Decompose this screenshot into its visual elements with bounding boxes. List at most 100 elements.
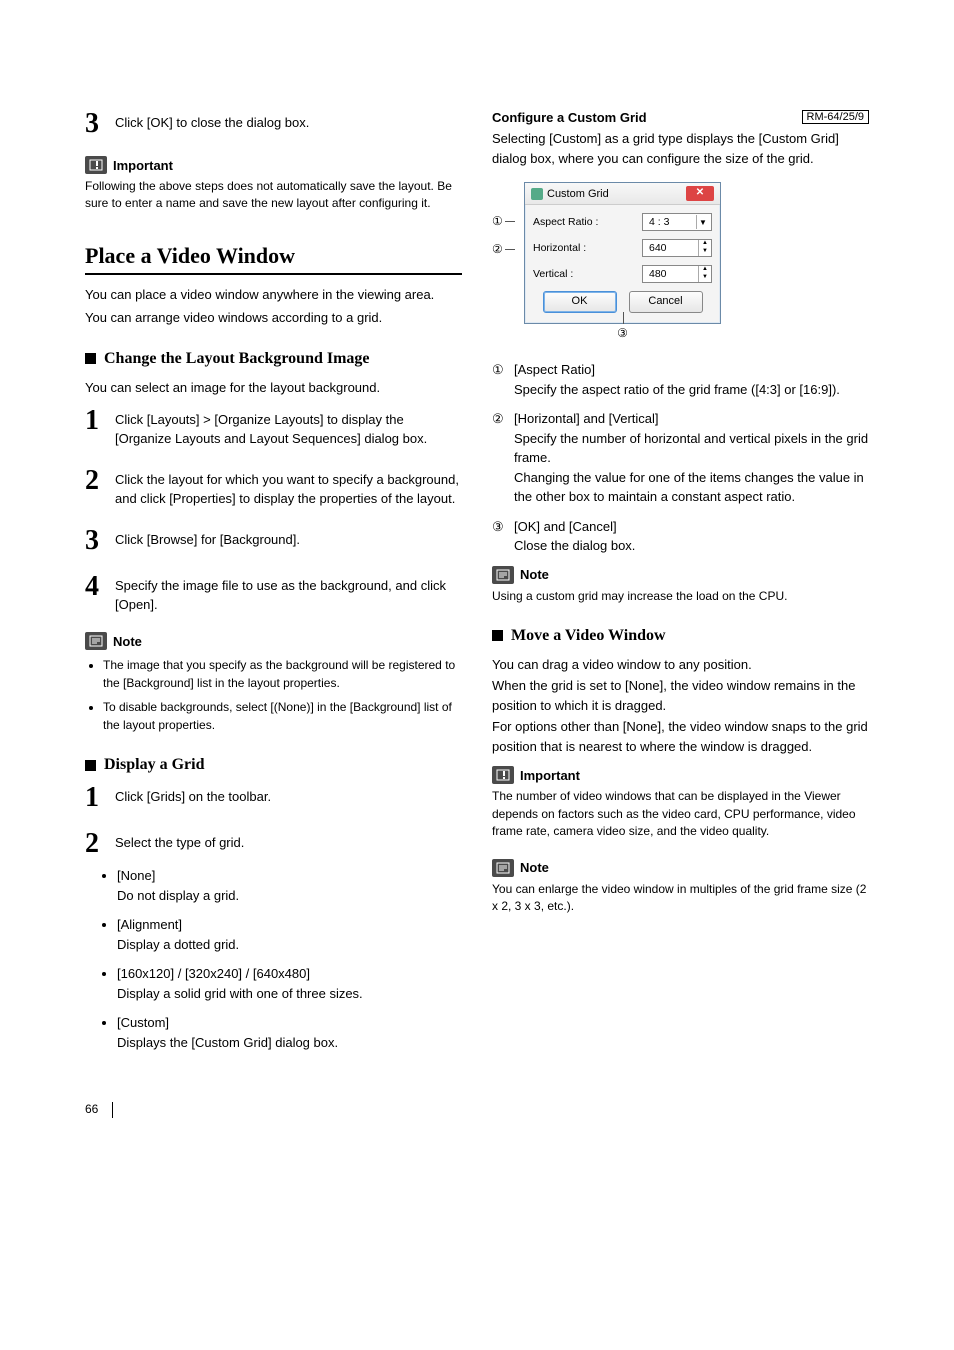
step-text: Click [Grids] on the toolbar. xyxy=(115,784,271,807)
note-title: Note xyxy=(520,860,549,875)
def-label: [Aspect Ratio] xyxy=(514,360,869,380)
note-callout: Note The image that you specify as the b… xyxy=(85,632,462,734)
dialog-title-text: Custom Grid xyxy=(547,188,609,200)
step-number: 1 xyxy=(85,407,115,435)
step-text: Select the type of grid. xyxy=(115,830,244,853)
def-desc: Specify the aspect ratio of the grid fra… xyxy=(514,382,840,397)
callout-head: Important xyxy=(492,766,869,784)
sub-display-grid: Display a Grid xyxy=(85,756,462,774)
note-bullets: The image that you specify as the backgr… xyxy=(85,656,462,734)
aspect-row: Aspect Ratio : 4 : 3 ▼ xyxy=(533,213,712,231)
def-num: ③ xyxy=(492,517,506,556)
change-step-2: 2 Click the layout for which you want to… xyxy=(85,467,462,509)
move-p2: When the grid is set to [None], the vide… xyxy=(492,676,869,715)
note-title: Note xyxy=(113,634,142,649)
grid-option-desc: Do not display a grid. xyxy=(117,888,239,903)
configure-intro: Selecting [Custom] as a grid type displa… xyxy=(492,129,869,168)
step-number: 2 xyxy=(85,830,115,858)
note-icon xyxy=(492,859,514,877)
display-step-1: 1 Click [Grids] on the toolbar. xyxy=(85,784,462,812)
note-title: Note xyxy=(520,567,549,582)
def-num: ① xyxy=(492,360,506,399)
right-header: Configure a Custom Grid RM-64/25/9 xyxy=(492,110,869,125)
grid-option: [160x120] / [320x240] / [640x480] Displa… xyxy=(117,964,462,1003)
chevron-down-icon: ▼ xyxy=(696,215,709,229)
step-text: Click [Layouts] > [Organize Layouts] to … xyxy=(115,407,462,449)
callout-head: Important xyxy=(85,156,462,174)
move-p3: For options other than [None], the video… xyxy=(492,717,869,756)
anno-num: ② xyxy=(492,242,503,256)
step-number: 3 xyxy=(85,110,115,138)
section-place-video: Place a Video Window xyxy=(85,243,462,275)
def-num: ② xyxy=(492,409,506,507)
grid-option-desc: Display a dotted grid. xyxy=(117,937,239,952)
anno-num: ③ xyxy=(617,326,628,340)
note-body: You can enlarge the video window in mult… xyxy=(492,881,869,916)
grid-option-label: [None] xyxy=(117,866,462,886)
horizontal-row: Horizontal : 640 ▲▼ xyxy=(533,239,712,257)
spinner-buttons[interactable]: ▲▼ xyxy=(698,240,711,256)
note-bullet: To disable backgrounds, select [(None)] … xyxy=(103,698,462,734)
place-p2: You can arrange video windows according … xyxy=(85,308,462,328)
spinner-buttons[interactable]: ▲▼ xyxy=(698,266,711,282)
def-hv: ② [Horizontal] and [Vertical] Specify th… xyxy=(492,409,869,507)
dialog-icon xyxy=(531,188,543,200)
vertical-spinner[interactable]: 480 ▲▼ xyxy=(642,265,712,283)
important-callout: Important Following the above steps does… xyxy=(85,156,462,213)
def-label: [OK] and [Cancel] xyxy=(514,517,869,537)
close-button[interactable]: ✕ xyxy=(686,186,714,201)
grid-option-desc: Display a solid grid with one of three s… xyxy=(117,986,363,1001)
grid-option: [None] Do not display a grid. xyxy=(117,866,462,905)
sub-change-label: Change the Layout Background Image xyxy=(104,350,370,368)
important-icon xyxy=(492,766,514,784)
horizontal-label: Horizontal : xyxy=(533,242,586,254)
step-number: 4 xyxy=(85,573,115,601)
move-p1: You can drag a video window to any posit… xyxy=(492,655,869,675)
vertical-label: Vertical : xyxy=(533,268,573,280)
display-step-2: 2 Select the type of grid. xyxy=(85,830,462,858)
vertical-row: Vertical : 480 ▲▼ xyxy=(533,265,712,283)
annotation-1: ① xyxy=(492,214,515,228)
important-callout-right: Important The number of video windows th… xyxy=(492,766,869,840)
page-number-area: 66 xyxy=(85,1102,869,1118)
aspect-label: Aspect Ratio : xyxy=(533,216,598,228)
horizontal-spinner[interactable]: 640 ▲▼ xyxy=(642,239,712,257)
square-bullet-icon xyxy=(85,353,96,364)
grid-option: [Alignment] Display a dotted grid. xyxy=(117,915,462,954)
def-body: [Aspect Ratio] Specify the aspect ratio … xyxy=(514,360,869,399)
aspect-ratio-combo[interactable]: 4 : 3 ▼ xyxy=(642,213,712,231)
anno-num: ① xyxy=(492,214,503,228)
callout-head: Note xyxy=(492,859,869,877)
page-divider xyxy=(112,1102,113,1118)
step-number: 3 xyxy=(85,527,115,555)
important-body: Following the above steps does not autom… xyxy=(85,178,462,213)
grid-option: [Custom] Displays the [Custom Grid] dial… xyxy=(117,1013,462,1052)
grid-option-label: [160x120] / [320x240] / [640x480] xyxy=(117,964,462,984)
note-body: Using a custom grid may increase the loa… xyxy=(492,588,869,605)
step-number: 1 xyxy=(85,784,115,812)
change-step-4: 4 Specify the image file to use as the b… xyxy=(85,573,462,615)
step-text: Specify the image file to use as the bac… xyxy=(115,573,462,615)
callout-head: Note xyxy=(85,632,462,650)
left-column: 3 Click [OK] to close the dialog box. Im… xyxy=(85,110,462,1062)
dialog-wrap: ① ② Custom Grid ✕ xyxy=(492,182,869,340)
step-text: Click [OK] to close the dialog box. xyxy=(115,110,309,133)
dialog-buttons: OK Cancel xyxy=(533,291,712,313)
step-number: 2 xyxy=(85,467,115,495)
place-p1: You can place a video window anywhere in… xyxy=(85,285,462,305)
dialog-title-left: Custom Grid xyxy=(531,188,609,200)
sub-display-label: Display a Grid xyxy=(104,756,204,774)
note-callout-right-2: Note You can enlarge the video window in… xyxy=(492,859,869,916)
dialog-titlebar: Custom Grid ✕ xyxy=(525,183,720,205)
page: 3 Click [OK] to close the dialog box. Im… xyxy=(0,0,954,1178)
important-icon xyxy=(85,156,107,174)
callout-head: Note xyxy=(492,566,869,584)
important-body: The number of video windows that can be … xyxy=(492,788,869,840)
model-badge: RM-64/25/9 xyxy=(802,110,869,124)
columns: 3 Click [OK] to close the dialog box. Im… xyxy=(85,110,869,1062)
note-icon xyxy=(85,632,107,650)
cancel-button[interactable]: Cancel xyxy=(629,291,703,313)
annotation-3: ③ xyxy=(524,326,721,340)
ok-button[interactable]: OK xyxy=(543,291,617,313)
dialog-container: Custom Grid ✕ Aspect Ratio : 4 : 3 ▼ xyxy=(524,182,721,340)
